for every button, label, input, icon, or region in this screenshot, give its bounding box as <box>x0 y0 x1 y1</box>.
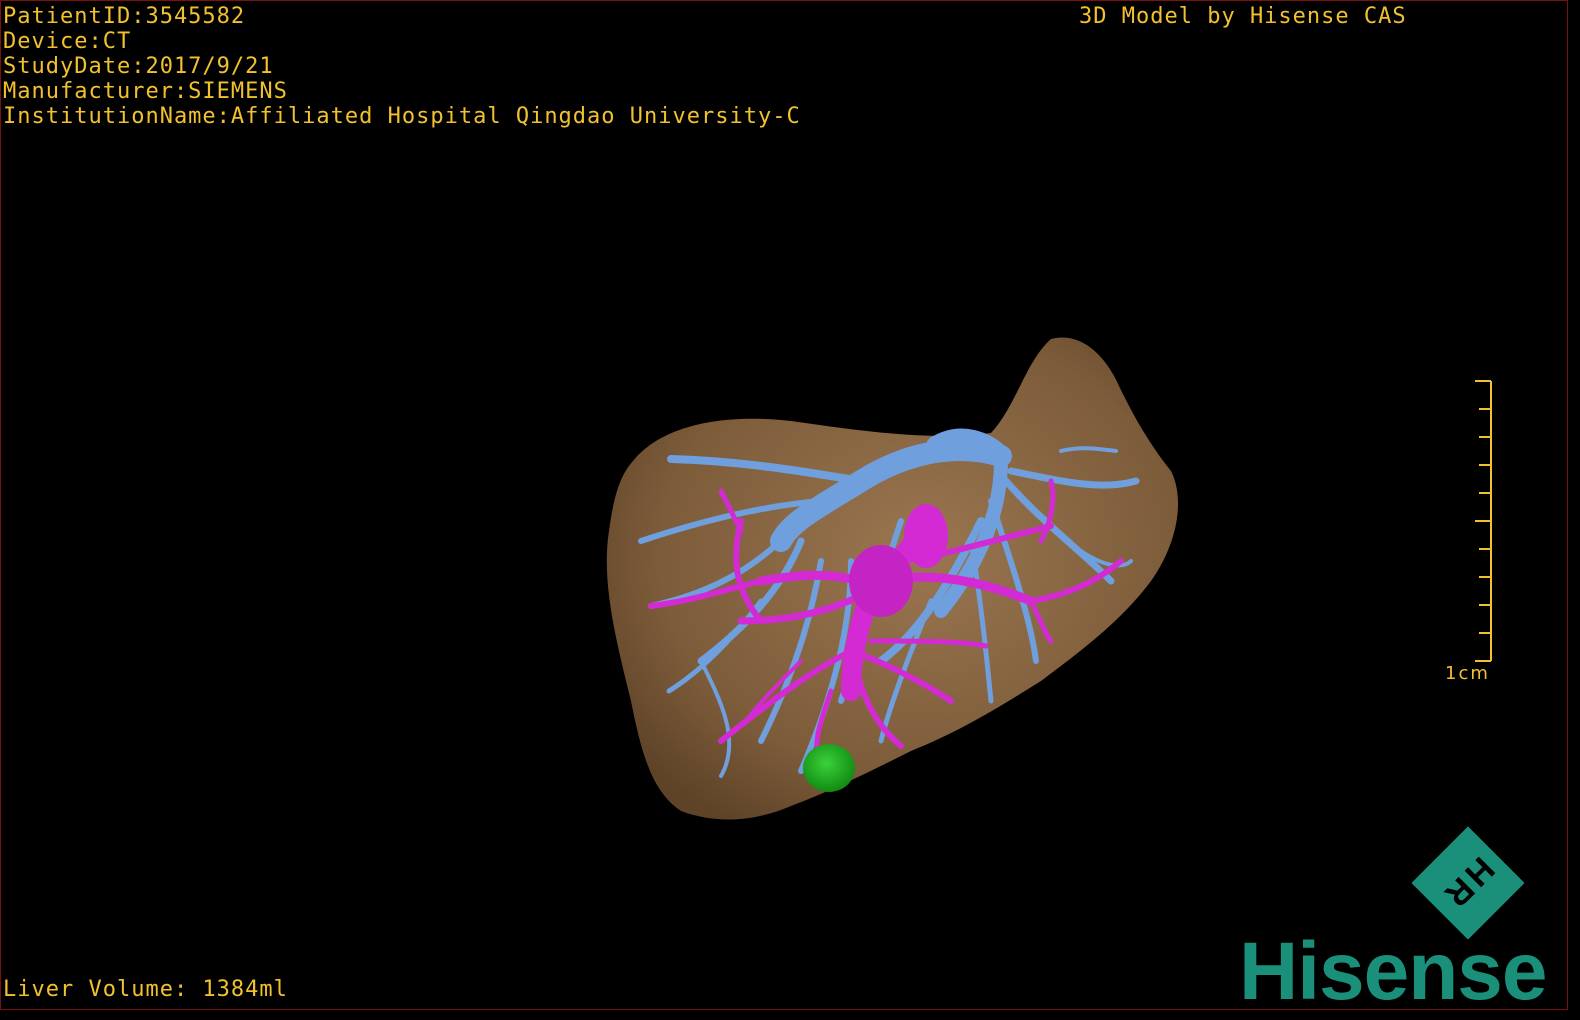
hisense-logo-text: Hisense <box>1239 926 1548 1010</box>
device: Device:CT <box>3 29 132 54</box>
study-date: StudyDate:2017/9/21 <box>3 54 274 79</box>
liver-3d-model[interactable] <box>1 1 1568 1010</box>
model-credit: 3D Model by Hisense CAS <box>1079 4 1407 29</box>
hepatic-vein-trunk <box>849 545 913 617</box>
institution-name: InstitutionName:Affiliated Hospital Qing… <box>3 104 801 129</box>
patient-id: PatientID:3545582 <box>3 4 246 29</box>
scale-bar <box>1475 380 1492 662</box>
3d-viewport[interactable]: PatientID:3545582 Device:CT StudyDate:2017… <box>0 0 1568 1010</box>
scale-bar-label: 1cm <box>1445 663 1490 684</box>
liver-volume: Liver Volume: 1384ml <box>3 977 288 1002</box>
hepatic-vein-confluence <box>904 504 948 568</box>
manufacturer: Manufacturer:SIEMENS <box>3 79 288 104</box>
tumor-lesion[interactable] <box>803 744 855 792</box>
dicom-info-overlay: PatientID:3545582 Device:CT StudyDate:2017… <box>3 4 801 129</box>
